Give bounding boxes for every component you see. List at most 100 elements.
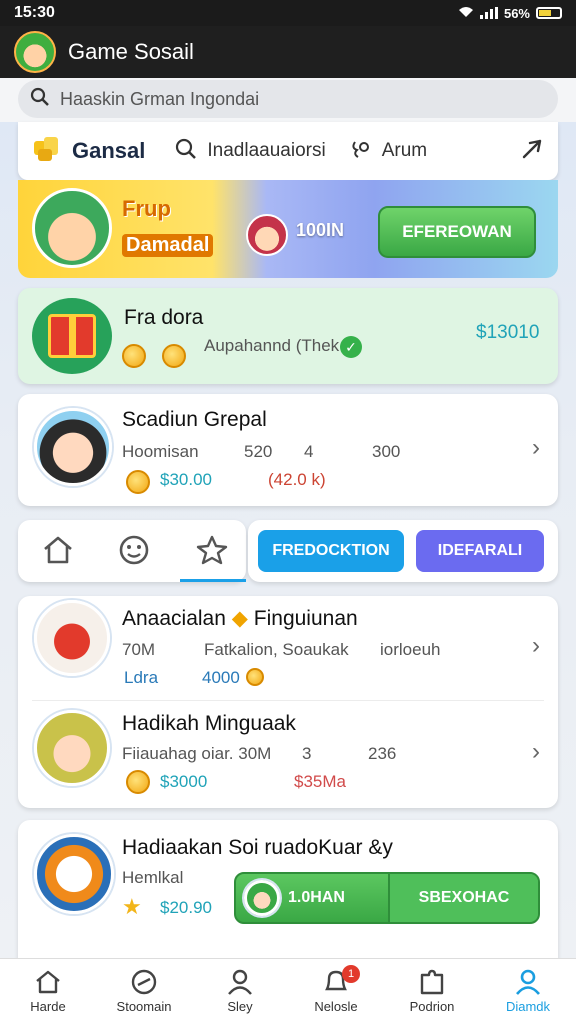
chevron-right-icon[interactable]: › <box>532 738 540 766</box>
featured-action-bar[interactable]: 1.0HAN SBEXOHAC <box>234 872 540 924</box>
gift-reward-card[interactable]: Fra dora Aupahannd (Thek ✓ $13010 <box>18 288 558 384</box>
list-item-meta-1: Fiiauahag oiar. 30M <box>122 744 272 763</box>
brand-icon <box>32 135 62 168</box>
profile-stats: Hoomisan 520 4 300 <box>122 442 400 462</box>
robot-avatar <box>34 834 114 914</box>
divider <box>32 700 544 701</box>
list-item-sub-2: 4000 <box>202 668 240 687</box>
featured-amount: $20.90 <box>160 898 212 917</box>
active-tab-indicator <box>180 579 246 582</box>
chevron-right-icon[interactable]: › <box>532 434 540 462</box>
list-item-money-2: $35Ma <box>294 772 346 791</box>
nav-profile[interactable]: Diamdk <box>480 959 576 1024</box>
search-area: Haaskin Grman Ingondai <box>0 78 576 122</box>
action-buttons: FREDOCKTION IDEFARALI <box>248 520 558 582</box>
profile-extra: (42.0 k) <box>268 470 326 489</box>
star-tab-icon[interactable] <box>194 532 230 568</box>
puzzle-icon <box>420 969 444 995</box>
featured-bar-avatar <box>244 880 280 916</box>
nav-rewards-label: Podrion <box>409 999 455 1014</box>
banner-cta-button[interactable]: EFEREOWAN <box>378 206 536 258</box>
promo-banner[interactable]: Frup Damadal 100IN EFEREOWAN <box>18 180 558 278</box>
icon-tab-bar <box>18 520 246 582</box>
wifi-icon <box>458 6 474 21</box>
reward-list: Anaacialan ◆ Finguiunan 70M Fatkalion, S… <box>18 596 558 808</box>
battery-icon <box>536 7 562 19</box>
star-icon: ★ <box>122 894 142 919</box>
list-item-meta-3: 236 <box>368 744 397 763</box>
gamepad-icon <box>131 969 157 995</box>
share-icon[interactable] <box>520 137 544 166</box>
profile-money: $30.00 <box>160 470 212 489</box>
list-item-money: $3000 <box>160 772 208 791</box>
gift-card-title: Fra dora <box>124 306 204 329</box>
list-item-meta-3: iorloeuh <box>380 640 441 659</box>
coin-icon <box>122 344 146 368</box>
check-icon: ✓ <box>340 336 362 358</box>
profile-stat-1: 520 <box>244 442 273 461</box>
primary-action-button[interactable]: FREDOCKTION <box>258 530 404 572</box>
search-tab-icon <box>175 138 197 165</box>
list-item-meta-1: 70M <box>122 640 156 659</box>
featured-card[interactable]: Hadiaakan Soi ruadoKuar &y Hemlkal ★ $20… <box>18 820 558 960</box>
nav-social-label: Sley <box>227 999 253 1014</box>
banner-amount: 100IN <box>296 220 345 240</box>
nav-rewards[interactable]: Podrion <box>384 959 480 1024</box>
nav-stream[interactable]: Stoomain <box>96 959 192 1024</box>
bottom-navigation: Harde Stoomain Sley 1 Nelosle Podrion Di… <box>0 958 576 1024</box>
profile-stat-3: 300 <box>372 442 401 461</box>
nav-social[interactable]: Sley <box>192 959 288 1024</box>
tab-discover[interactable]: Inadlaauaiorsi <box>207 140 325 162</box>
profile-card[interactable]: Scadiun Grepal Hoomisan 520 4 300 $30.00… <box>18 394 558 506</box>
tab-forum[interactable]: Arum <box>382 140 427 162</box>
featured-title: Hadiaakan Soi ruadoKuar &y <box>122 836 393 859</box>
home-tab-icon[interactable] <box>40 532 76 568</box>
nav-stream-label: Stoomain <box>116 999 172 1014</box>
character-avatar <box>34 710 110 786</box>
banner-title: Frup <box>122 196 171 221</box>
nav-home[interactable]: Harde <box>0 959 96 1024</box>
signal-icon <box>479 7 498 19</box>
smile-tab-icon[interactable] <box>116 532 152 568</box>
user-icon <box>228 969 252 995</box>
profile-stat-2: 4 <box>304 442 314 461</box>
nav-notifications[interactable]: 1 Nelosle <box>288 959 384 1024</box>
nav-notifications-label: Nelosle <box>314 999 358 1014</box>
banner-character-avatar <box>32 188 112 268</box>
coin-icon <box>126 470 150 494</box>
banner-subtitle: Damadal <box>122 234 214 257</box>
profile-name: Scadiun Grepal <box>122 408 267 431</box>
list-item-meta-2: 3 <box>302 744 312 763</box>
status-bar: 15:30 56% <box>0 0 576 26</box>
status-icons: 56% <box>458 6 562 21</box>
search-icon <box>30 87 50 112</box>
app-logo-avatar[interactable] <box>14 31 56 73</box>
list-item-meta: Fiiauahag oiar. 30M 3 236 <box>122 744 396 764</box>
list-item-sub-1: Ldra <box>124 668 159 687</box>
nav-profile-label: Diamdk <box>505 999 551 1014</box>
gift-card-amount: $13010 <box>476 322 540 343</box>
list-item-title: Anaacialan <box>122 607 226 630</box>
app-bar: Game Sosail <box>0 26 576 78</box>
app-title: Game Sosail <box>68 39 194 64</box>
nav-home-label: Harde <box>30 999 66 1014</box>
gift-item-icon <box>34 600 110 676</box>
search-input[interactable]: Haaskin Grman Ingondai <box>18 80 558 118</box>
notification-badge: 1 <box>342 965 360 983</box>
search-placeholder: Haaskin Grman Ingondai <box>60 88 260 109</box>
chevron-right-icon[interactable]: › <box>532 632 540 660</box>
coin-icon <box>162 344 186 368</box>
list-item-title: Hadikah Minguaak <box>122 712 296 735</box>
status-time: 15:30 <box>14 4 55 21</box>
coin-icon <box>246 668 264 686</box>
main-content: Gansal Inadlaauaiorsi Arum Frup Damadal … <box>0 122 576 960</box>
list-item-title-2: Finguiunan <box>253 607 358 630</box>
forum-icon <box>350 138 372 165</box>
profile-stat-label: Hoomisan <box>122 442 199 461</box>
profile-avatar <box>34 408 112 486</box>
featured-bar-right-button[interactable]: SBEXOHAC <box>388 874 538 922</box>
list-item-meta-2: Fatkalion, Soaukak <box>204 640 349 659</box>
brand-tab[interactable]: Gansal <box>72 138 145 164</box>
secondary-action-button[interactable]: IDEFARALI <box>416 530 544 572</box>
home-icon <box>36 970 60 994</box>
